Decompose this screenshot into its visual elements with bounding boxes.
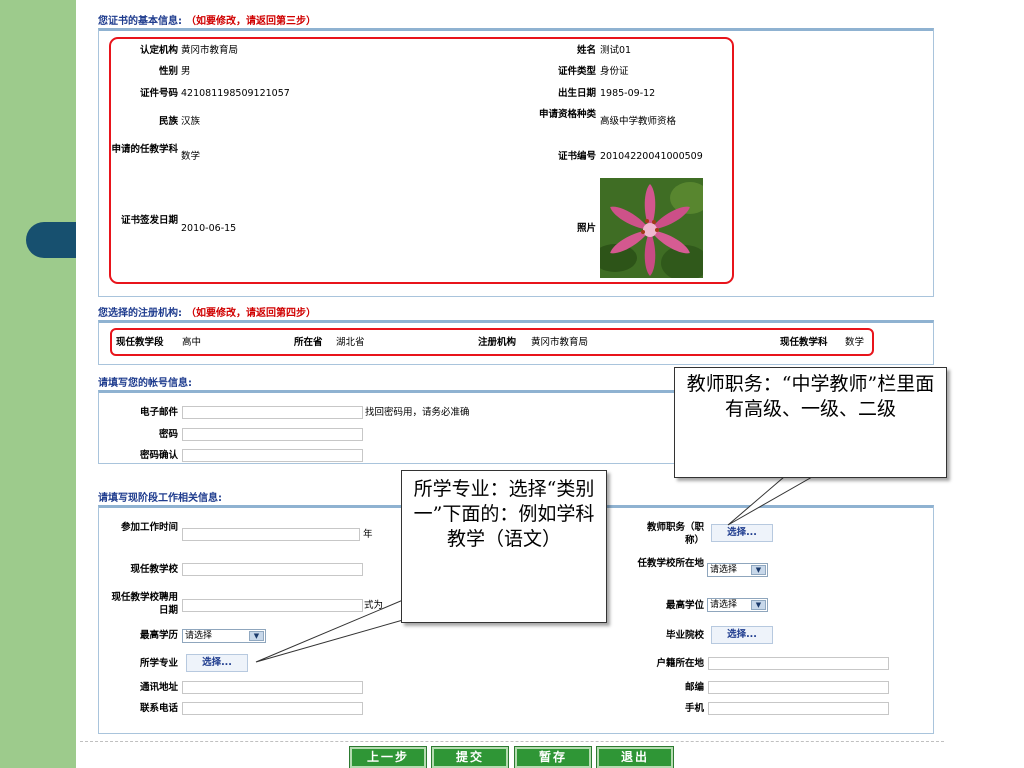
save-draft-button[interactable]: 暂存 (514, 746, 592, 768)
bottom-divider (80, 741, 944, 742)
submit-button[interactable]: 提交 (431, 746, 509, 768)
major-callout: 所学专业：选择“类别一”下面的：例如学科教学（语文） (401, 470, 607, 623)
prev-step-button[interactable]: 上一步 (349, 746, 427, 768)
exit-button[interactable]: 退出 (596, 746, 674, 768)
title-callout: 教师职务：“中学教师”栏里面有高级、一级、二级 (674, 367, 947, 478)
